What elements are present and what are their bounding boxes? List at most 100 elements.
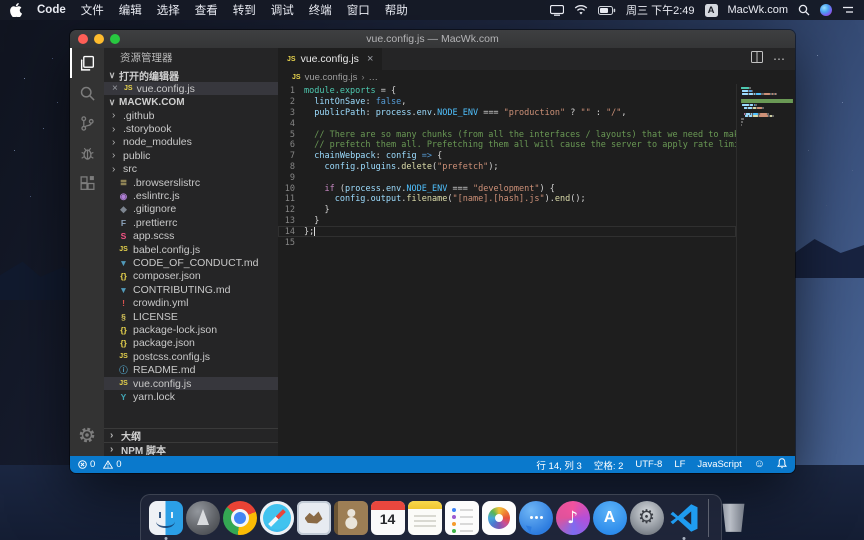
code-line[interactable]: 15 <box>278 237 736 248</box>
menu-item[interactable]: 调试 <box>271 2 294 18</box>
dock-item-sysprefs[interactable]: ⚙ <box>630 501 664 535</box>
code-editor[interactable]: 1module.exports = {2 lintOnSave: false,3… <box>278 84 736 456</box>
dock-item-chrome[interactable] <box>223 501 257 535</box>
tab-vue-config[interactable]: JS vue.config.js × <box>278 48 382 70</box>
split-editor-icon[interactable] <box>751 50 763 68</box>
file-item[interactable]: JSpostcss.config.js <box>104 350 278 363</box>
dock-item-contacts[interactable] <box>334 501 368 535</box>
status-item[interactable]: UTF-8 <box>635 459 662 470</box>
zoom-window-button[interactable] <box>110 34 120 44</box>
menu-item[interactable]: 查看 <box>195 2 218 18</box>
file-item[interactable]: ▼CONTRIBUTING.md <box>104 283 278 296</box>
problems-warnings[interactable]: 0 <box>103 459 121 470</box>
close-icon[interactable]: × <box>112 83 120 94</box>
menu-item[interactable]: 文件 <box>81 2 104 18</box>
file-item[interactable]: Sapp.scss <box>104 230 278 243</box>
status-item[interactable]: 行 14, 列 3 <box>536 458 581 472</box>
file-item[interactable]: §LICENSE <box>104 310 278 323</box>
feedback-smiley-icon[interactable]: ☺ <box>754 459 765 470</box>
problems-errors[interactable]: 0 <box>78 459 95 470</box>
dock-item-photos[interactable] <box>482 501 516 535</box>
file-item[interactable]: ⓘREADME.md <box>104 363 278 376</box>
dock-item-calendar[interactable]: 14 <box>371 501 405 535</box>
code-line[interactable]: 11 config.output.filename("[name].[hash]… <box>278 194 736 205</box>
file-item[interactable]: F.prettierrc <box>104 216 278 229</box>
notification-center-icon[interactable] <box>842 5 854 15</box>
code-line[interactable]: 2 lintOnSave: false, <box>278 97 736 108</box>
file-item[interactable]: JSvue.config.js <box>104 377 278 390</box>
file-item[interactable]: ≣.browserslistrc <box>104 176 278 189</box>
wifi-icon[interactable] <box>574 5 588 16</box>
file-item[interactable]: !crowdin.yml <box>104 296 278 309</box>
dock-item-vscode[interactable] <box>667 501 701 535</box>
status-item[interactable]: JavaScript <box>697 459 741 470</box>
code-line[interactable]: 12 } <box>278 205 736 216</box>
tab-close-icon[interactable]: × <box>367 53 373 65</box>
breadcrumb-more[interactable]: … <box>369 72 379 83</box>
display-icon[interactable] <box>550 5 564 16</box>
window-title-bar[interactable]: vue.config.js — MacWk.com <box>70 30 795 48</box>
file-item[interactable]: JSbabel.config.js <box>104 243 278 256</box>
spotlight-search-icon[interactable] <box>798 4 810 16</box>
activity-source-control-icon[interactable] <box>70 108 104 138</box>
folder-item[interactable]: ›.github <box>104 109 278 122</box>
file-item[interactable]: {}package-lock.json <box>104 323 278 336</box>
code-line[interactable]: 3 publicPath: process.env.NODE_ENV === "… <box>278 108 736 119</box>
close-window-button[interactable] <box>78 34 88 44</box>
code-line[interactable]: 6 // prefetch them all. Prefetching them… <box>278 140 736 151</box>
code-line[interactable]: 14}; <box>278 226 736 237</box>
dock-item-itunes[interactable]: ♪ <box>556 501 590 535</box>
file-item[interactable]: ▼CODE_OF_CONDUCT.md <box>104 256 278 269</box>
activity-explorer-icon[interactable] <box>70 48 104 78</box>
file-item[interactable]: {}package.json <box>104 337 278 350</box>
notifications-bell-icon[interactable] <box>777 458 787 472</box>
dock-item-trash[interactable] <box>717 501 751 535</box>
file-item[interactable]: Yyarn.lock <box>104 390 278 403</box>
menubar-site-label[interactable]: MacWk.com <box>728 4 789 16</box>
dock-item-notes[interactable] <box>408 501 442 535</box>
open-editors-header[interactable]: ∨ 打开的编辑器 <box>104 68 278 82</box>
activity-extensions-icon[interactable] <box>70 168 104 198</box>
code-line[interactable]: 1module.exports = { <box>278 86 736 97</box>
dock-item-messages[interactable] <box>519 501 553 535</box>
breadcrumb-file[interactable]: vue.config.js <box>305 72 358 83</box>
menu-item[interactable]: 帮助 <box>385 2 408 18</box>
npm-scripts-section[interactable]: › NPM 脚本 <box>104 442 278 456</box>
siri-icon[interactable] <box>820 4 832 16</box>
menu-item[interactable]: 终端 <box>309 2 332 18</box>
file-item[interactable]: {}composer.json <box>104 270 278 283</box>
apple-menu-icon[interactable] <box>10 3 22 17</box>
breadcrumb[interactable]: JS vue.config.js › … <box>278 70 795 84</box>
menu-item[interactable]: 转到 <box>233 2 256 18</box>
active-app-name[interactable]: Code <box>37 4 66 16</box>
code-line[interactable]: 9 <box>278 172 736 183</box>
code-line[interactable]: 4 <box>278 118 736 129</box>
menu-item[interactable]: 编辑 <box>119 2 142 18</box>
dock-item-appstore[interactable]: A <box>593 501 627 535</box>
status-item[interactable]: LF <box>674 459 685 470</box>
code-line[interactable]: 5 // There are so many chunks (from all … <box>278 129 736 140</box>
file-item[interactable]: ◆.gitignore <box>104 203 278 216</box>
project-folder-header[interactable]: ∨ MACWK.COM <box>104 95 278 109</box>
activity-settings-icon[interactable] <box>70 420 104 450</box>
code-line[interactable]: 13 } <box>278 216 736 227</box>
dock-item-finder[interactable] <box>149 501 183 535</box>
code-line[interactable]: 8 config.plugins.delete("prefetch"); <box>278 162 736 173</box>
open-editor-item[interactable]: × JS vue.config.js <box>104 82 278 95</box>
battery-icon[interactable] <box>598 6 616 15</box>
code-line[interactable]: 7 chainWebpack: config => { <box>278 151 736 162</box>
outline-section[interactable]: › 大纲 <box>104 428 278 442</box>
folder-item[interactable]: ›public <box>104 149 278 162</box>
dock-item-reminders[interactable] <box>445 501 479 535</box>
menu-item[interactable]: 选择 <box>157 2 180 18</box>
input-method-icon[interactable]: A <box>705 4 718 17</box>
status-item[interactable]: 空格: 2 <box>594 458 624 472</box>
minimap[interactable] <box>736 84 795 456</box>
folder-item[interactable]: ›.storybook <box>104 122 278 135</box>
code-line[interactable]: 10 if (process.env.NODE_ENV === "develop… <box>278 183 736 194</box>
folder-item[interactable]: ›node_modules <box>104 136 278 149</box>
activity-debug-icon[interactable] <box>70 138 104 168</box>
activity-search-icon[interactable] <box>70 78 104 108</box>
minimize-window-button[interactable] <box>94 34 104 44</box>
more-actions-icon[interactable]: ⋯ <box>773 52 785 66</box>
